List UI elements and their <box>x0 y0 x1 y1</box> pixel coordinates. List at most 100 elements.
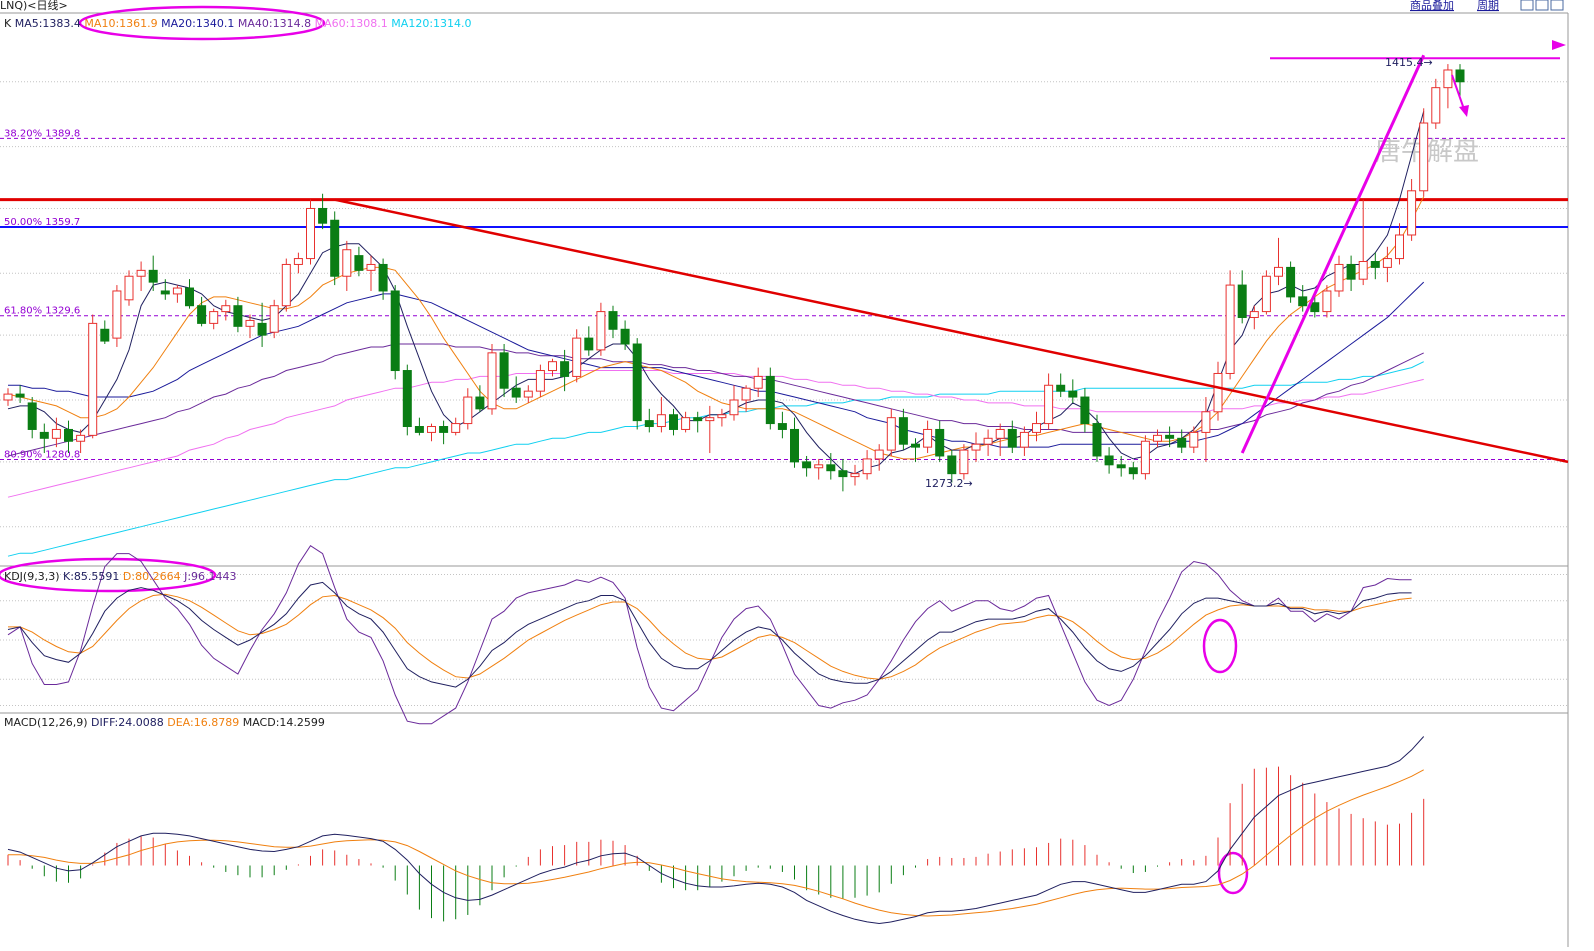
annotations: 1415.4→ 1273.2→ <box>0 5 1569 895</box>
candle <box>1395 223 1404 265</box>
macd-legend: MACD(12,26,9) DIFF:24.0088 DEA:16.8789 M… <box>4 716 325 729</box>
candle-body <box>681 417 691 430</box>
candle-body <box>729 399 739 416</box>
candle <box>705 405 715 454</box>
candle <box>293 252 303 274</box>
candle-body <box>765 375 775 425</box>
candle <box>1213 361 1223 421</box>
candle-body <box>971 443 981 451</box>
candle <box>64 420 73 454</box>
ma120-line <box>7 361 1424 557</box>
candle <box>257 302 267 347</box>
candle <box>402 364 412 436</box>
candle-body <box>1128 467 1138 475</box>
candle-body <box>620 328 630 345</box>
candle <box>1249 305 1259 330</box>
candle <box>51 417 61 448</box>
candle <box>463 388 473 430</box>
candle <box>753 367 763 398</box>
candle <box>656 397 666 433</box>
legend-item: MA5:1383.4 <box>11 17 81 30</box>
candle-body <box>632 343 642 422</box>
candle-body <box>656 414 666 428</box>
candle-body <box>390 290 400 372</box>
legend-item: D:80.2664 <box>119 570 180 583</box>
candle-body <box>293 258 303 265</box>
candle-body <box>826 464 836 472</box>
candle-body <box>1140 440 1150 475</box>
candle <box>124 270 134 306</box>
candle-body <box>1322 290 1332 313</box>
candle-body <box>1104 455 1114 466</box>
candle-body <box>1382 258 1392 268</box>
candle <box>838 458 848 492</box>
restore-panel-icon[interactable] <box>1535 0 1549 11</box>
candle <box>366 255 376 291</box>
legend-item: MA60:1308.1 <box>311 17 388 30</box>
candle-body <box>1419 122 1429 192</box>
candle-body <box>1213 372 1223 413</box>
candle <box>765 367 775 430</box>
candle <box>330 211 340 286</box>
candle <box>729 385 739 421</box>
candle-body <box>1310 302 1320 313</box>
candle-body <box>221 305 231 313</box>
candle <box>342 240 352 291</box>
overlay-button[interactable]: 商品叠加 <box>1410 0 1454 12</box>
candle-body <box>511 387 521 398</box>
legend-item: MACD(12,26,9) <box>4 716 88 729</box>
candle <box>306 199 315 265</box>
candle-body <box>1455 69 1465 83</box>
candle <box>1068 379 1078 403</box>
window-controls <box>1520 0 1564 11</box>
maximize-panel-icon[interactable] <box>1550 0 1564 11</box>
candle-body <box>1237 284 1247 318</box>
candle-body <box>1032 423 1041 433</box>
candle <box>100 320 110 345</box>
candle <box>3 388 13 406</box>
candle-body <box>838 470 848 478</box>
ma10-line <box>7 196 1425 460</box>
candle-body <box>693 417 703 422</box>
candle-body <box>487 352 497 410</box>
kdj-d-line <box>8 593 1412 680</box>
candle-body <box>1007 428 1017 448</box>
candle-body <box>76 434 86 442</box>
fib-level-label: 38.20% 1389.8 <box>4 128 80 139</box>
candle <box>1455 64 1465 100</box>
period-button[interactable]: 周期 <box>1477 0 1499 12</box>
candle-body <box>172 287 182 295</box>
candle-body <box>608 311 618 330</box>
candle-body <box>983 437 993 445</box>
candle-body <box>572 337 582 377</box>
candle <box>681 411 691 433</box>
candle <box>1237 270 1247 324</box>
candle <box>1286 261 1296 303</box>
macd-diff-line <box>7 736 1425 925</box>
candle <box>898 408 908 451</box>
candle-body <box>705 417 715 422</box>
candle <box>1019 426 1029 456</box>
candle <box>1358 199 1368 286</box>
candle-body <box>886 417 896 451</box>
candle <box>1032 411 1041 442</box>
minimize-panel-icon[interactable] <box>1520 0 1534 11</box>
chart-stage: LNQ)<日线> 商品叠加 周期 唐牛解盘 38.20% 1389.850.00… <box>0 0 1594 947</box>
candle-body <box>1334 263 1344 292</box>
main-legend: K MA5:1383.4 MA10:1361.9 MA20:1340.1 MA4… <box>4 17 472 30</box>
candle-body <box>777 423 787 430</box>
candle-body <box>923 428 933 448</box>
candle <box>1431 78 1441 129</box>
candle-body <box>1019 431 1029 448</box>
candle <box>221 299 231 321</box>
kdj-legend: KDJ(9,3,3) K:85.5591 D:80.2664 J:96.1443 <box>4 570 237 583</box>
candle <box>535 364 545 398</box>
candle-body <box>753 375 763 389</box>
candle-body <box>402 370 412 428</box>
candle <box>644 408 654 433</box>
candle <box>1104 447 1114 474</box>
legend-item: K:85.5591 <box>60 570 120 583</box>
candle-body <box>257 322 267 336</box>
candle <box>596 302 606 356</box>
candle <box>1056 373 1066 398</box>
